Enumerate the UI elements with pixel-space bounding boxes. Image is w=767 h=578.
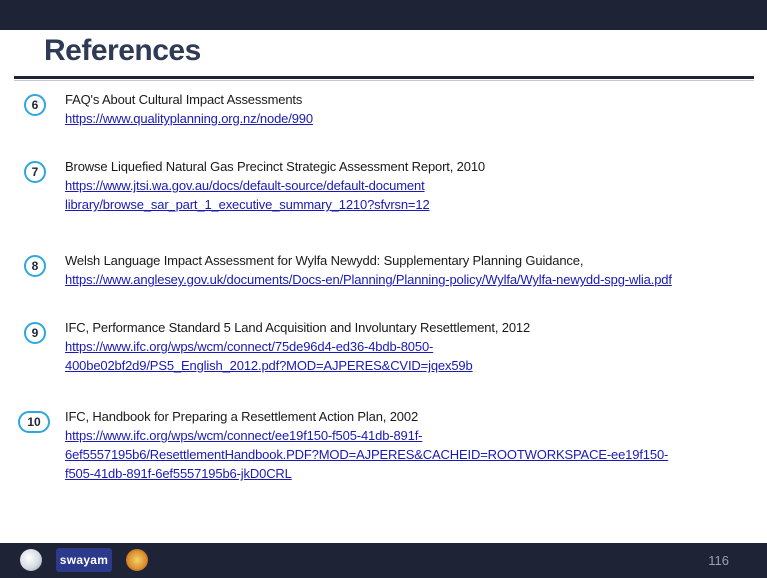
reference-title: IFC, Handbook for Preparing a Resettleme… <box>65 409 419 424</box>
reference-link[interactable]: https://www.ifc.org/wps/wcm/connect/ee19… <box>65 426 668 445</box>
reference-number-badge: 10 <box>18 411 50 433</box>
nptel-logo-icon <box>126 549 148 571</box>
iit-logo-icon <box>20 549 42 571</box>
reference-title: Browse Liquefied Natural Gas Precinct St… <box>65 159 486 174</box>
reference-item-10: 10 IFC, Handbook for Preparing a Resettl… <box>18 407 759 489</box>
reference-title: IFC, Performance Standard 5 Land Acquisi… <box>65 320 531 335</box>
reference-link[interactable]: https://www.jtsi.wa.gov.au/docs/default-… <box>65 176 485 195</box>
reference-title: Welsh Language Impact Assessment for Wyl… <box>65 253 584 268</box>
reference-item-9: 9 IFC, Performance Standard 5 Land Acqui… <box>24 318 759 380</box>
top-bar <box>0 0 767 30</box>
reference-item-8: 8 Welsh Language Impact Assessment for W… <box>24 251 759 295</box>
reference-link-continued[interactable]: 6ef5557195b6/ResettlementHandbook.PDF?MO… <box>65 445 668 464</box>
reference-item-6: 6 FAQ's About Cultural Impact Assessment… <box>24 90 759 134</box>
reference-number-badge: 6 <box>24 94 46 116</box>
page-title: References <box>44 34 201 67</box>
reference-link[interactable]: https://www.qualityplanning.org.nz/node/… <box>65 109 313 128</box>
reference-body: FAQ's About Cultural Impact Assessments … <box>65 90 313 128</box>
reference-title: FAQ's About Cultural Impact Assessments <box>65 92 303 107</box>
reference-body: IFC, Performance Standard 5 Land Acquisi… <box>65 318 530 375</box>
reference-body: Browse Liquefied Natural Gas Precinct St… <box>65 157 485 214</box>
page-number: 116 <box>708 553 729 568</box>
title-divider-thin <box>14 80 754 81</box>
title-divider <box>14 76 754 79</box>
reference-link-continued[interactable]: 400be02bf2d9/PS5_English_2012.pdf?MOD=AJ… <box>65 356 530 375</box>
reference-body: Welsh Language Impact Assessment for Wyl… <box>65 251 672 289</box>
reference-body: IFC, Handbook for Preparing a Resettleme… <box>65 407 668 483</box>
footer-bar <box>0 543 767 578</box>
reference-number-badge: 9 <box>24 322 46 344</box>
reference-link[interactable]: https://www.anglesey.gov.uk/documents/Do… <box>65 270 672 289</box>
reference-number-badge: 7 <box>24 161 46 183</box>
reference-link[interactable]: https://www.ifc.org/wps/wcm/connect/75de… <box>65 337 530 356</box>
reference-number-badge: 8 <box>24 255 46 277</box>
reference-link-continued[interactable]: f505-41db-891f-6ef5557195b6-jkD0CRL <box>65 464 668 483</box>
reference-link-continued[interactable]: library/browse_sar_part_1_executive_summ… <box>65 195 485 214</box>
swayam-logo: swayam <box>56 548 112 572</box>
reference-item-7: 7 Browse Liquefied Natural Gas Precinct … <box>24 157 759 219</box>
